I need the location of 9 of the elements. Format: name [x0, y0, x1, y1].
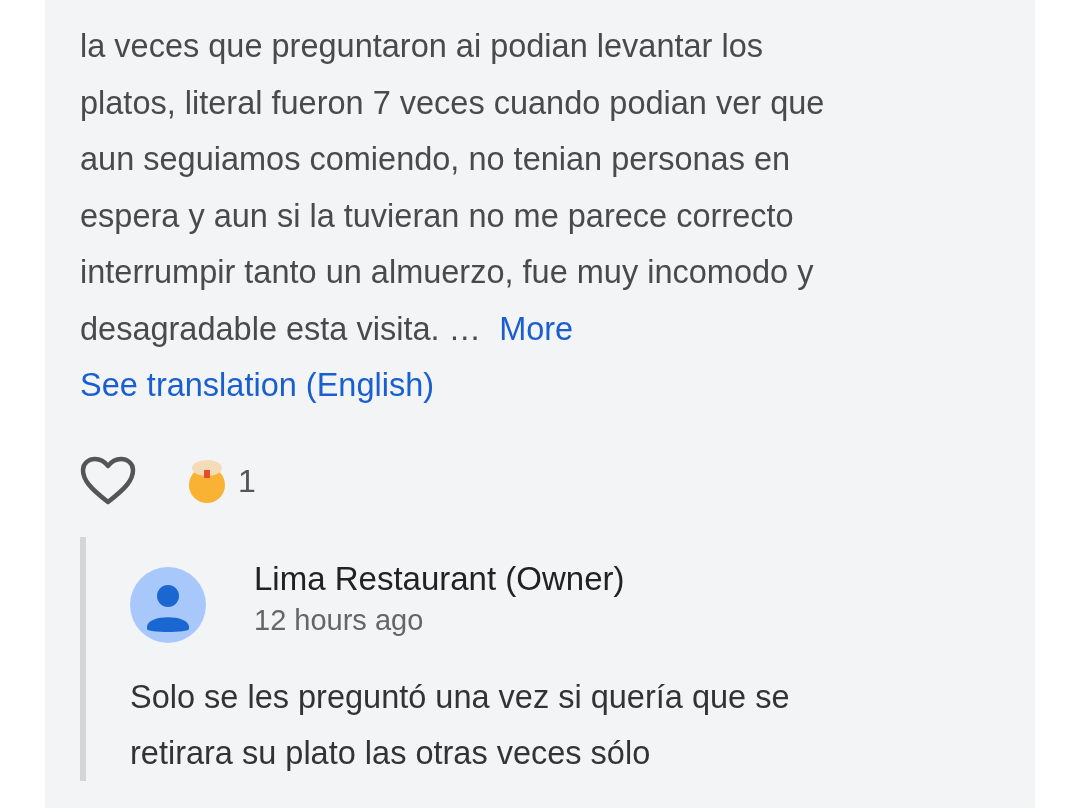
translation-link[interactable]: See translation (English)	[80, 357, 435, 413]
reply-time: 12 hours ago	[254, 603, 425, 638]
more-link[interactable]: More	[499, 310, 574, 347]
review-text: la veces que preguntaron ai podian levantar los platos, literal fueron 7 veces cuando podian ver que aun seguiamos comiendo, no tenian personas en espera y aun si la tuvieran no me parece correcto interrumpir tanto un almuerzo, fue muy incomodo y desagradable esta visita. … More	[80, 27, 826, 349]
reaction-count: 1	[238, 462, 256, 501]
owner-name: Lima Restaurant (Owner)	[254, 559, 625, 599]
reply-text: Solo se les preguntó una vez si quería que se retirara su plato las otras veces sólo	[130, 678, 791, 773]
heart-icon[interactable]	[80, 456, 136, 506]
avatar-icon	[130, 567, 206, 643]
